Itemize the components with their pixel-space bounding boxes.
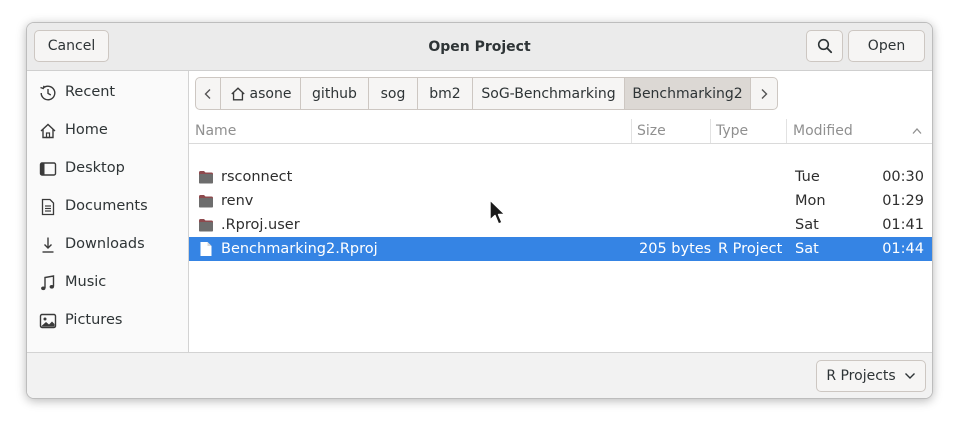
sidebar-item-downloads[interactable]: Downloads	[27, 226, 188, 262]
music-icon	[41, 275, 55, 291]
file-type: R Project	[718, 241, 783, 257]
home-icon	[230, 86, 245, 100]
sidebar-item-label: Downloads	[65, 236, 145, 252]
sidebar-item-music[interactable]: Music	[27, 264, 188, 300]
path-bar: asone github sog bm2 SoG-Benchmarking Be…	[195, 77, 778, 110]
download-icon	[42, 237, 54, 253]
chevron-left-icon	[204, 88, 211, 99]
file-modified-day: Mon	[795, 193, 826, 209]
clock-icon	[40, 85, 56, 101]
home-icon	[40, 123, 56, 139]
path-back-button[interactable]	[195, 77, 221, 110]
column-header-size[interactable]: Size	[637, 119, 666, 143]
path-segment[interactable]: github	[301, 77, 369, 110]
file-modified-time: 01:44	[882, 241, 924, 257]
path-forward-button[interactable]	[751, 77, 778, 110]
folder-icon	[199, 171, 213, 184]
column-header-name[interactable]: Name	[195, 119, 236, 143]
open-button[interactable]: Open	[848, 30, 925, 62]
file-modified-time: 01:29	[882, 193, 924, 209]
sidebar-item-desktop[interactable]: Desktop	[27, 150, 188, 186]
file-row[interactable]: rsconnect Tue 00:30	[189, 165, 932, 189]
sidebar-item-documents[interactable]: Documents	[27, 188, 188, 224]
sidebar-item-recent[interactable]: Recent	[27, 74, 188, 110]
path-segment-label: asone	[249, 85, 292, 102]
sidebar-item-label: Recent	[65, 84, 116, 100]
file-size: 205 bytes	[639, 241, 712, 257]
path-segment-current[interactable]: Benchmarking2	[625, 77, 751, 110]
column-divider	[710, 119, 711, 143]
path-segment[interactable]: sog	[369, 77, 418, 110]
open-project-dialog: Cancel Open Project Open Recent Home Des…	[26, 22, 933, 399]
search-icon	[817, 38, 832, 54]
file-browser: asone github sog bm2 SoG-Benchmarking Be…	[189, 71, 932, 352]
sidebar-item-label: Home	[65, 122, 108, 138]
column-header-modified[interactable]: Modified	[793, 119, 853, 143]
file-row[interactable]: renv Mon 01:29	[189, 189, 932, 213]
file-name: rsconnect	[221, 169, 293, 185]
document-icon	[41, 198, 55, 216]
dialog-footer: R Projects	[27, 352, 932, 398]
file-filter-value: R Projects	[826, 368, 896, 384]
column-divider	[631, 119, 632, 143]
file-icon	[200, 242, 212, 256]
folder-icon	[199, 195, 213, 208]
dialog-header: Cancel Open Project Open	[27, 23, 932, 71]
path-segment-home[interactable]: asone	[221, 77, 301, 110]
chevron-right-icon	[761, 88, 768, 99]
cancel-button[interactable]: Cancel	[34, 30, 109, 62]
column-header-row: Name Size Type Modified	[189, 119, 932, 144]
file-row[interactable]: .Rproj.user Sat 01:41	[189, 213, 932, 237]
file-modified-day: Sat	[795, 217, 819, 233]
file-name: Benchmarking2.Rproj	[221, 241, 378, 257]
dialog-title: Open Project	[428, 38, 531, 55]
folder-icon	[199, 219, 213, 232]
file-modified-day: Sat	[795, 241, 819, 257]
sidebar-item-pictures[interactable]: Pictures	[27, 302, 188, 338]
sidebar-item-label: Music	[65, 274, 107, 290]
chevron-down-icon	[904, 373, 915, 379]
path-segment[interactable]: bm2	[418, 77, 473, 110]
sidebar-item-label: Desktop	[65, 160, 125, 176]
file-modified-time: 01:41	[882, 217, 924, 233]
file-name: renv	[221, 193, 254, 209]
sidebar-item-label: Documents	[65, 198, 148, 214]
file-row-selected[interactable]: Benchmarking2.Rproj 205 bytes R Project …	[189, 237, 932, 261]
sidebar-item-label: Pictures	[65, 312, 123, 328]
desktop-icon	[39, 162, 57, 176]
places-sidebar: Recent Home Desktop Documents Downloads …	[27, 71, 189, 352]
picture-icon	[39, 313, 57, 329]
file-name: .Rproj.user	[221, 217, 300, 233]
column-header-type[interactable]: Type	[716, 119, 748, 143]
mouse-cursor-icon	[489, 199, 506, 225]
column-divider	[786, 119, 787, 143]
search-button[interactable]	[806, 30, 843, 62]
sidebar-item-home[interactable]: Home	[27, 112, 188, 148]
sort-ascending-icon[interactable]	[912, 127, 922, 135]
file-modified-time: 00:30	[882, 169, 924, 185]
file-filter-dropdown[interactable]: R Projects	[816, 360, 926, 392]
path-segment[interactable]: SoG-Benchmarking	[473, 77, 625, 110]
file-modified-day: Tue	[795, 169, 820, 185]
